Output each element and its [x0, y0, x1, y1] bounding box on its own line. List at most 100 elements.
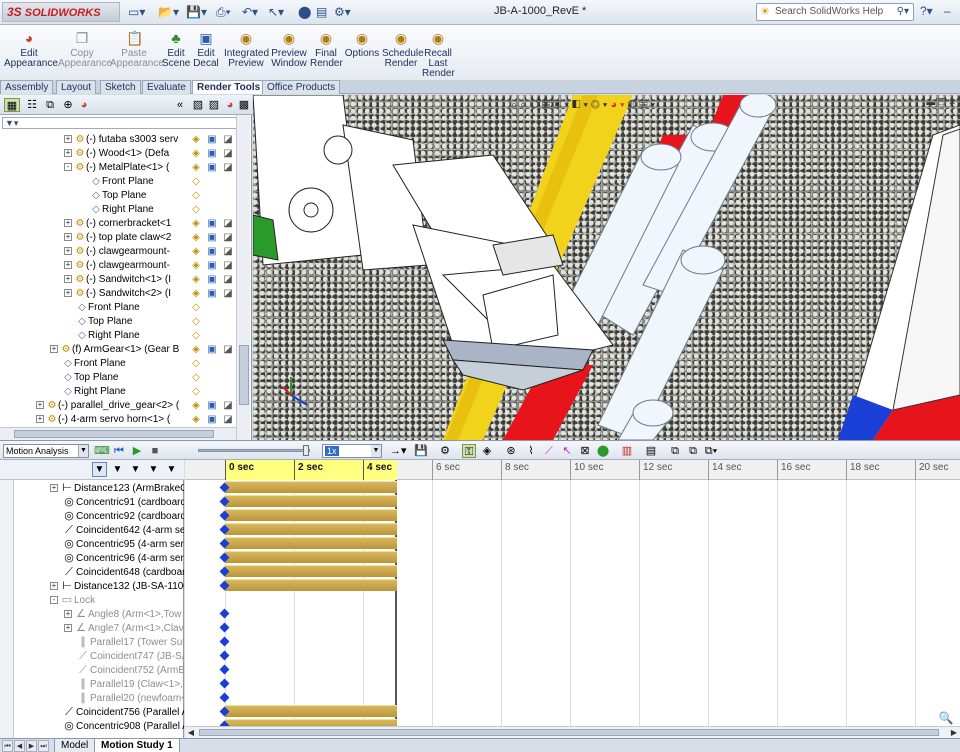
motion-tree-row[interactable]: ◎ Concentric908 (Parallel A [50, 719, 184, 733]
zoom-timeline-icon[interactable]: 🔍 [938, 711, 954, 725]
scrollbar-thumb[interactable] [239, 345, 249, 405]
edit-scene-button[interactable]: ♣ Edit Scene [162, 31, 190, 69]
tree-item[interactable]: + ⚙ (-) Sandwitch<2> (I [64, 287, 186, 301]
tree-filter-input[interactable]: ▼▾ [2, 117, 250, 129]
copy-appearance-button[interactable]: ❐ Copy Appearance [58, 31, 112, 69]
tree-item[interactable]: + ⚙ (-) Wood<1> (Defa [64, 147, 186, 161]
tree-item[interactable]: ◇ Right Plane [76, 329, 186, 343]
tree-item[interactable]: ◇ Top Plane [90, 189, 186, 203]
filter-selected-icon[interactable]: ▼ [146, 462, 161, 477]
timeline-bar[interactable] [225, 565, 397, 577]
collapse-manager-icon[interactable]: ⧉ [668, 444, 682, 458]
scene-column-icon[interactable]: ▣ [206, 148, 218, 160]
contact-icon[interactable]: ⊠ [578, 444, 592, 458]
options-button[interactable]: ◉ Options [344, 31, 380, 59]
section-view-icon[interactable]: ▦ [542, 99, 553, 111]
expand-icon[interactable]: + [64, 610, 72, 618]
key-point[interactable] [219, 650, 230, 661]
appearance-column-icon[interactable]: ◈ [190, 218, 202, 230]
restore-window-icon[interactable]: ❐ [938, 97, 946, 107]
viewport-window-controls[interactable]: ▬ ❐ ✕ [926, 97, 956, 108]
scene-column-icon[interactable]: ▣ [206, 414, 218, 426]
expand-icon[interactable]: + [64, 289, 72, 297]
scene-column-icon[interactable]: ▣ [206, 344, 218, 356]
decal-column-icon[interactable]: ◪ [222, 162, 234, 174]
animation-wizard-icon[interactable]: ⚙ [438, 444, 452, 458]
feature-manager-tab-icon[interactable]: ▦ [4, 98, 20, 112]
appearance-column-icon[interactable]: ◈ [190, 288, 202, 300]
appearance-column-icon[interactable]: ◈ [190, 246, 202, 258]
decal-column-icon[interactable]: ◪ [222, 148, 234, 160]
motion-tree-scrollbar[interactable] [0, 480, 14, 738]
decal-column-icon[interactable]: ◪ [222, 232, 234, 244]
tree-horizontal-scrollbar[interactable] [0, 427, 236, 440]
decal-column-icon[interactable]: ◪ [222, 400, 234, 412]
previous-tab-icon[interactable]: ◀ [14, 740, 25, 752]
filter-driving-icon[interactable]: ▼ [128, 462, 143, 477]
damper-icon[interactable]: ⟋ [542, 444, 556, 458]
scene-column-icon[interactable]: ▣ [206, 232, 218, 244]
expand-icon[interactable]: + [64, 135, 72, 143]
collapse-icon[interactable]: - [50, 596, 58, 604]
save-icon[interactable]: 💾▾ [186, 4, 207, 20]
schedule-render-button[interactable]: ◉ Schedule Render [382, 31, 424, 69]
slider-knob[interactable] [303, 445, 309, 456]
key-point[interactable] [219, 636, 230, 647]
scene-column-icon[interactable]: ▣ [206, 274, 218, 286]
collapse-panel-icon[interactable]: « [172, 98, 188, 112]
appearance-column-icon[interactable]: ◈ [190, 260, 202, 272]
zoom-area-icon[interactable]: ⌕ [520, 99, 529, 111]
decal-column-icon[interactable]: ◪ [222, 288, 234, 300]
minimize-window-icon[interactable]: ▬ [926, 97, 935, 107]
decal-column-icon[interactable]: ◪ [222, 414, 234, 426]
spring-icon[interactable]: ⌇ [524, 444, 538, 458]
tree-item[interactable]: ◇ Right Plane [90, 203, 186, 217]
expand-icon[interactable]: + [36, 415, 44, 423]
help-question-icon[interactable]: ?▾ [920, 4, 933, 18]
decal-column-icon[interactable]: ◪ [222, 246, 234, 258]
previous-view-icon[interactable]: ↺ [529, 99, 541, 111]
motion-tree-row[interactable]: - ▭ Lock [50, 593, 95, 607]
appearance-column-icon[interactable]: ◇ [190, 386, 202, 398]
hide-show-icon[interactable]: ◎▾ [591, 99, 610, 111]
appearance-column-icon[interactable]: ◇ [190, 330, 202, 342]
appearance-column-icon[interactable]: ◇ [190, 302, 202, 314]
timeline-bar[interactable] [225, 719, 397, 726]
motion-tree-row[interactable]: ◎ Concentric96 (4-arm serv [50, 551, 184, 565]
filter-animated-icon[interactable]: ▼ [110, 462, 125, 477]
scene-column-icon[interactable]: ▣ [206, 162, 218, 174]
appearance-column-icon[interactable]: ◈ [190, 274, 202, 286]
scroll-right-icon[interactable]: ▶ [948, 727, 960, 738]
motion-tree-row[interactable]: ⟋ Coincident648 (cardboar [50, 565, 184, 579]
appearance-column-icon[interactable]: ◇ [190, 204, 202, 216]
edit-decal-button[interactable]: ▣ Edit Decal [192, 31, 220, 69]
results-plots-icon[interactable]: ▥ [620, 444, 634, 458]
tree-item[interactable]: + ⚙ (f) ArmGear<1> (Gear B [50, 343, 186, 357]
tree-item[interactable]: + ⚙ (-) cornerbracket<1 [64, 217, 186, 231]
scene-column-icon[interactable]: ▣ [206, 260, 218, 272]
tree-item[interactable]: + ⚙ (-) parallel_drive_gear<2> ( [36, 399, 186, 413]
expand-icon[interactable]: + [64, 624, 72, 632]
view-settings-icon[interactable]: ▤▾ [639, 99, 658, 111]
timeline-horizontal-scrollbar[interactable]: ◀ ▶ [185, 726, 960, 738]
timeline-bar[interactable] [225, 537, 397, 549]
appearance-column-icon[interactable]: ◈ [190, 344, 202, 356]
motion-tree-row[interactable]: ◎ Concentric91 (cardboard [50, 495, 184, 509]
next-tab-icon[interactable]: ▶ [26, 740, 37, 752]
apply-scene-icon[interactable]: ◍ [628, 99, 640, 111]
tree-item[interactable]: ◇ Front Plane [76, 301, 186, 315]
scrollbar-thumb[interactable] [14, 430, 214, 438]
view-orientation-icon[interactable]: ▣▾ [553, 99, 572, 111]
last-tab-icon[interactable]: ⏭ [38, 740, 49, 752]
expand-icon[interactable]: + [64, 219, 72, 227]
motion-tree-row[interactable]: ⟋ Coincident752 (ArmB [64, 663, 184, 677]
time-ruler[interactable]: 0 sec 2 sec 4 sec 6 sec 8 sec 10 sec 12 sec 14 … [185, 460, 960, 480]
tab-office-products[interactable]: Office Products [262, 80, 341, 94]
appearance-column-icon[interactable]: ◈ [190, 134, 202, 146]
tree-item[interactable]: ◇ Right Plane [62, 385, 186, 399]
tree-item[interactable]: + ⚙ (-) clawgearmount- [64, 259, 186, 273]
appearance-column-icon[interactable]: ◈ [190, 400, 202, 412]
force-icon[interactable]: ↖ [560, 444, 574, 458]
paste-appearance-button[interactable]: 📋 Paste Appearance [110, 31, 164, 69]
timeline-bar[interactable] [225, 579, 397, 591]
